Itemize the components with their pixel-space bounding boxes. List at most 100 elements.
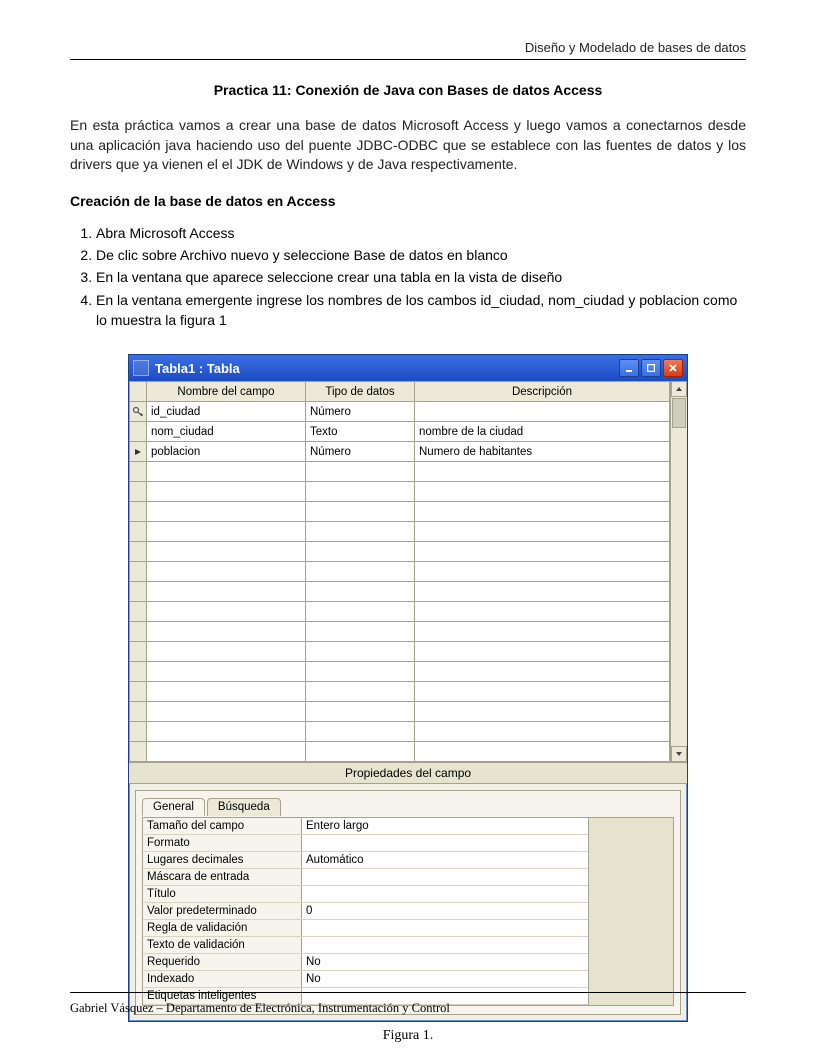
- property-row[interactable]: Máscara de entrada: [143, 869, 588, 886]
- property-label: Indexado: [143, 971, 302, 988]
- col-header-type[interactable]: Tipo de datos: [306, 382, 415, 402]
- property-value[interactable]: 0: [302, 903, 589, 920]
- property-row[interactable]: Lugares decimalesAutomático: [143, 852, 588, 869]
- table-row[interactable]: nom_ciudadTextonombre de la ciudad: [130, 422, 670, 442]
- close-button[interactable]: [663, 359, 683, 377]
- property-value[interactable]: [302, 937, 589, 954]
- table-row[interactable]: [130, 562, 670, 582]
- table-row[interactable]: [130, 742, 670, 762]
- footer-text: Gabriel Vásquez – Departamento de Electr…: [70, 1001, 746, 1016]
- property-label: Tamaño del campo: [143, 818, 302, 835]
- table-row[interactable]: [130, 622, 670, 642]
- field-grid[interactable]: Nombre del campo Tipo de datos Descripci…: [129, 381, 670, 762]
- property-row[interactable]: Texto de validación: [143, 937, 588, 954]
- table-row[interactable]: [130, 482, 670, 502]
- property-value[interactable]: [302, 835, 589, 852]
- header-rule: [70, 59, 746, 60]
- table-row[interactable]: [130, 662, 670, 682]
- table-row[interactable]: [130, 522, 670, 542]
- intro-paragraph: En esta práctica vamos a crear una base …: [70, 116, 746, 175]
- step-item: En la ventana que aparece seleccione cre…: [96, 267, 746, 287]
- steps-list: Abra Microsoft AccessDe clic sobre Archi…: [70, 223, 746, 330]
- properties-table[interactable]: Tamaño del campoEntero largoFormatoLugar…: [143, 818, 588, 1005]
- field-type-cell[interactable]: Número: [306, 402, 415, 422]
- step-item: Abra Microsoft Access: [96, 223, 746, 243]
- tab-general[interactable]: General: [142, 798, 205, 816]
- property-label: Regla de validación: [143, 920, 302, 937]
- scroll-up-button[interactable]: [671, 381, 687, 397]
- col-header-name[interactable]: Nombre del campo: [147, 382, 306, 402]
- row-selector[interactable]: [130, 482, 147, 502]
- table-row[interactable]: poblacionNúmeroNumero de habitantes: [130, 442, 670, 462]
- row-selector[interactable]: [130, 562, 147, 582]
- property-label: Formato: [143, 835, 302, 852]
- table-row[interactable]: [130, 502, 670, 522]
- row-selector[interactable]: [130, 662, 147, 682]
- property-value[interactable]: [302, 920, 589, 937]
- maximize-button[interactable]: [641, 359, 661, 377]
- property-label: Valor predeterminado: [143, 903, 302, 920]
- row-selector[interactable]: [130, 742, 147, 762]
- row-selector[interactable]: [130, 722, 147, 742]
- row-selector[interactable]: [130, 462, 147, 482]
- table-row[interactable]: [130, 462, 670, 482]
- property-value[interactable]: [302, 869, 589, 886]
- property-value[interactable]: [302, 886, 589, 903]
- table-row[interactable]: [130, 722, 670, 742]
- col-header-desc[interactable]: Descripción: [415, 382, 670, 402]
- field-name-cell[interactable]: poblacion: [147, 442, 306, 462]
- property-row[interactable]: IndexadoNo: [143, 971, 588, 988]
- field-desc-cell[interactable]: nombre de la ciudad: [415, 422, 670, 442]
- section-heading: Creación de la base de datos en Access: [70, 193, 746, 209]
- property-label: Requerido: [143, 954, 302, 971]
- field-type-cell[interactable]: Texto: [306, 422, 415, 442]
- footer-rule: [70, 992, 746, 993]
- property-row[interactable]: Título: [143, 886, 588, 903]
- field-desc-cell[interactable]: Numero de habitantes: [415, 442, 670, 462]
- row-selector[interactable]: [130, 402, 147, 422]
- table-row[interactable]: [130, 602, 670, 622]
- property-row[interactable]: Regla de validación: [143, 920, 588, 937]
- property-value[interactable]: No: [302, 954, 589, 971]
- row-selector[interactable]: [130, 542, 147, 562]
- table-row[interactable]: id_ciudadNúmero: [130, 402, 670, 422]
- table-row[interactable]: [130, 582, 670, 602]
- property-row[interactable]: RequeridoNo: [143, 954, 588, 971]
- field-type-cell[interactable]: Número: [306, 442, 415, 462]
- row-selector[interactable]: [130, 642, 147, 662]
- row-selector[interactable]: [130, 602, 147, 622]
- property-row[interactable]: Formato: [143, 835, 588, 852]
- field-desc-cell[interactable]: [415, 402, 670, 422]
- row-selector[interactable]: [130, 702, 147, 722]
- window-titlebar[interactable]: Tabla1 : Tabla: [129, 355, 687, 381]
- window-title: Tabla1 : Tabla: [155, 361, 619, 376]
- table-row[interactable]: [130, 702, 670, 722]
- property-label: Título: [143, 886, 302, 903]
- property-label: Lugares decimales: [143, 852, 302, 869]
- table-row[interactable]: [130, 682, 670, 702]
- table-row[interactable]: [130, 542, 670, 562]
- property-label: Texto de validación: [143, 937, 302, 954]
- row-selector[interactable]: [130, 522, 147, 542]
- row-selector[interactable]: [130, 622, 147, 642]
- row-selector[interactable]: [130, 502, 147, 522]
- field-name-cell[interactable]: nom_ciudad: [147, 422, 306, 442]
- step-item: En la ventana emergente ingrese los nomb…: [96, 290, 746, 331]
- property-row[interactable]: Valor predeterminado0: [143, 903, 588, 920]
- tab-busqueda[interactable]: Búsqueda: [207, 798, 281, 816]
- property-value[interactable]: No: [302, 971, 589, 988]
- property-value[interactable]: Automático: [302, 852, 589, 869]
- row-selector[interactable]: [130, 682, 147, 702]
- row-selector[interactable]: [130, 422, 147, 442]
- row-selector[interactable]: [130, 582, 147, 602]
- properties-help-pane: [588, 818, 673, 1005]
- row-selector[interactable]: [130, 442, 147, 462]
- vertical-scrollbar[interactable]: [670, 381, 687, 762]
- field-name-cell[interactable]: id_ciudad: [147, 402, 306, 422]
- table-row[interactable]: [130, 642, 670, 662]
- scroll-thumb[interactable]: [672, 398, 686, 428]
- property-value[interactable]: Entero largo: [302, 818, 589, 835]
- scroll-down-button[interactable]: [671, 746, 687, 762]
- minimize-button[interactable]: [619, 359, 639, 377]
- property-row[interactable]: Tamaño del campoEntero largo: [143, 818, 588, 835]
